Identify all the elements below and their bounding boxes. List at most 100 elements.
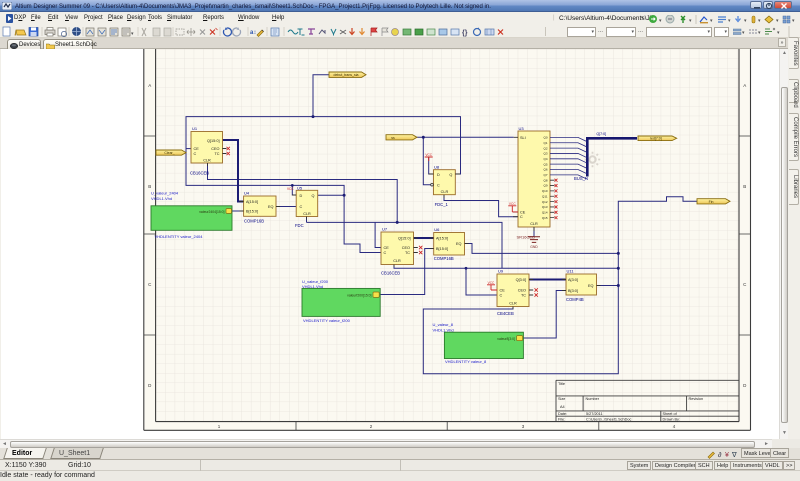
svg-text:B[15:0]: B[15:0] <box>436 247 448 251</box>
svg-text:led[7:0]: led[7:0] <box>650 137 662 141</box>
svg-text:Title: Title <box>558 382 565 386</box>
svg-text:B[15:0]: B[15:0] <box>246 210 258 214</box>
svg-text:CLR: CLR <box>203 159 211 163</box>
svg-text:CB16CEB: CB16CEB <box>190 171 209 176</box>
svg-text:▾: ▾ <box>776 18 779 24</box>
svg-text:VCC: VCC <box>425 153 432 157</box>
svg-text:TC: TC <box>521 294 526 298</box>
svg-text:{}: {} <box>462 30 468 37</box>
svg-text:U_valeur_8: U_valeur_8 <box>433 322 454 327</box>
svg-text:CLR: CLR <box>530 222 538 226</box>
svg-text:Q7: Q7 <box>543 173 547 177</box>
svg-text:Q12: Q12 <box>542 200 548 204</box>
svg-text:▾: ▾ <box>710 18 713 24</box>
svg-text:C: C <box>500 294 503 298</box>
svg-text:VCC: VCC <box>488 281 495 285</box>
svg-text:COMP16B: COMP16B <box>434 256 454 261</box>
svg-text:Q[15:0]: Q[15:0] <box>398 237 410 241</box>
svg-text:Q13: Q13 <box>542 205 548 209</box>
svg-text:CLR: CLR <box>393 259 401 263</box>
svg-text:VHDL1.Vhd: VHDL1.Vhd <box>433 327 454 332</box>
svg-text:Q: Q <box>449 173 452 177</box>
svg-text:EQ: EQ <box>456 242 462 246</box>
svg-text:VHDL1.Vhd: VHDL1.Vhd <box>302 284 323 289</box>
svg-text:U11: U11 <box>567 269 575 274</box>
svg-text:VHDLENTITY valeur_2404: VHDLENTITY valeur_2404 <box>155 234 204 239</box>
svg-text:▾: ▾ <box>744 18 747 24</box>
svg-text:U4: U4 <box>244 191 250 196</box>
svg-text:A: A <box>743 83 746 88</box>
svg-text:valeur8[3:0]: valeur8[3:0] <box>497 337 515 341</box>
svg-text:FDC: FDC <box>295 223 304 228</box>
svg-text:VCC: VCC <box>287 187 294 191</box>
svg-text:A[15:0]: A[15:0] <box>246 200 258 204</box>
svg-text:EQ: EQ <box>268 205 274 209</box>
svg-text:CLR: CLR <box>303 212 311 216</box>
svg-text:a↕: a↕ <box>250 30 256 36</box>
svg-text:Q: Q <box>312 194 315 198</box>
svg-text:VHDLENTITY valeur_f200: VHDLENTITY valeur_f200 <box>303 318 351 323</box>
svg-text:SLI: SLI <box>520 136 526 140</box>
svg-text:▾: ▾ <box>758 18 761 24</box>
svg-text:A4: A4 <box>560 405 565 409</box>
svg-text:Sheet of: Sheet of <box>663 412 678 416</box>
svg-text:U5: U5 <box>297 185 303 190</box>
svg-text:Revision: Revision <box>689 397 704 401</box>
svg-text:Q[3:0]: Q[3:0] <box>516 278 526 282</box>
svg-text:Q14: Q14 <box>542 211 548 215</box>
svg-text:▾: ▾ <box>792 18 795 24</box>
svg-text:TC: TC <box>405 251 410 255</box>
svg-text:CB4CEB: CB4CEB <box>497 311 514 316</box>
svg-text:BUS_N: BUS_N <box>574 176 588 181</box>
svg-text:B: B <box>148 184 151 189</box>
svg-text:C: C <box>384 251 387 255</box>
svg-text:U9: U9 <box>498 269 504 274</box>
svg-text:Q9: Q9 <box>543 184 547 188</box>
svg-text:Q10: Q10 <box>542 189 548 193</box>
svg-text:C: C <box>437 184 440 188</box>
svg-text:B[3:0]: B[3:0] <box>568 289 578 293</box>
svg-text:∂: ∂ <box>718 452 722 459</box>
svg-text:CE: CE <box>520 210 526 214</box>
svg-text:▾: ▾ <box>131 31 134 37</box>
svg-text:A: A <box>148 83 151 88</box>
svg-text:valeur2404[15:0]: valeur2404[15:0] <box>199 210 224 214</box>
svg-text:CEO: CEO <box>402 246 410 250</box>
svg-text:Q4: Q4 <box>543 157 547 161</box>
svg-text:VCC: VCC <box>509 202 516 206</box>
svg-text:5/27/2011: 5/27/2011 <box>586 412 603 416</box>
svg-text:Q11: Q11 <box>542 194 548 198</box>
svg-text:EQ: EQ <box>588 284 594 288</box>
svg-text:CE: CE <box>194 147 200 151</box>
svg-text:CE: CE <box>500 289 506 293</box>
svg-text:File:: File: <box>558 418 565 422</box>
svg-text:ss: ss <box>391 136 395 140</box>
svg-text:debut_trans_sia: debut_trans_sia <box>334 73 359 77</box>
svg-text:Q3: Q3 <box>543 152 547 156</box>
svg-text:GND: GND <box>530 245 538 249</box>
svg-text:valeurf200[15:0]: valeurf200[15:0] <box>347 293 371 297</box>
svg-text:CEO: CEO <box>518 289 526 293</box>
svg-text:Q2: Q2 <box>543 146 547 150</box>
svg-text:▾: ▾ <box>659 18 662 24</box>
svg-text:Q0: Q0 <box>543 136 547 140</box>
svg-text:CEO: CEO <box>211 147 219 151</box>
svg-text:A[3:0]: A[3:0] <box>568 278 578 282</box>
svg-text:Date:: Date: <box>558 412 567 416</box>
svg-text:Q1: Q1 <box>543 141 547 145</box>
svg-text:FDC_1: FDC_1 <box>435 202 449 207</box>
svg-text:Q8: Q8 <box>543 178 547 182</box>
svg-text:COMP4B: COMP4B <box>566 297 584 302</box>
svg-text:Fin: Fin <box>709 200 714 204</box>
svg-text:Clear_: Clear_ <box>164 151 174 155</box>
svg-text:U_valeur_2404: U_valeur_2404 <box>151 190 179 195</box>
svg-text:▾: ▾ <box>758 30 761 36</box>
svg-text:Q5: Q5 <box>543 162 547 166</box>
svg-text:C: C <box>300 205 303 209</box>
svg-text:Size: Size <box>558 397 565 401</box>
svg-text:D: D <box>437 173 440 177</box>
svg-text:Q[15:0]: Q[15:0] <box>207 139 219 143</box>
svg-text:CLR: CLR <box>441 190 449 194</box>
svg-text:▾: ▾ <box>777 30 780 36</box>
svg-text:U7: U7 <box>382 227 388 232</box>
